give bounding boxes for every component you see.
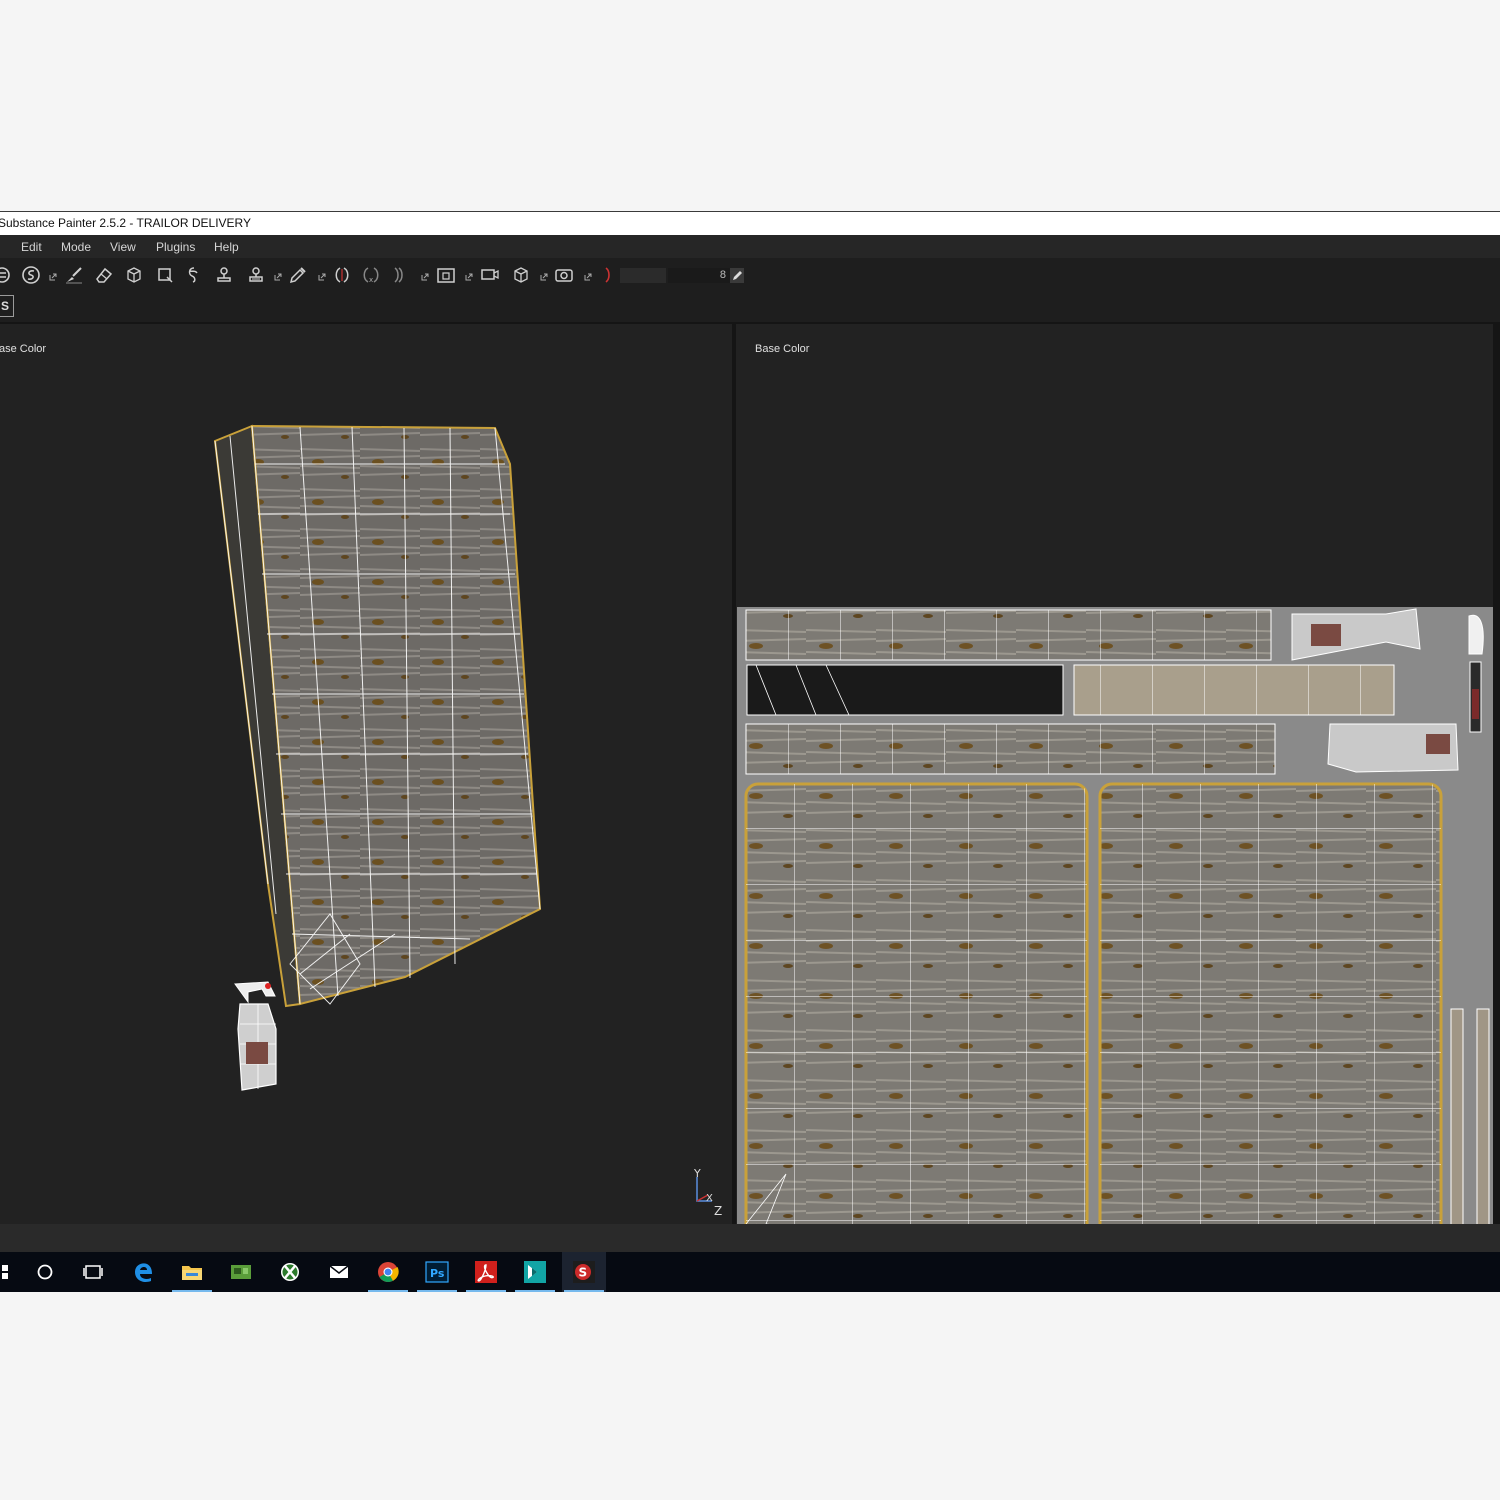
smudge-icon[interactable] — [184, 265, 204, 285]
symmetry-x-icon[interactable]: x — [361, 265, 381, 285]
popout-icon[interactable] — [274, 268, 282, 281]
popout-icon[interactable] — [421, 268, 429, 281]
polygon-fill-icon[interactable] — [155, 265, 175, 285]
mail-icon[interactable] — [317, 1252, 361, 1292]
app-window: Substance Painter 2.5.2 - TRAILOR DELIVE… — [0, 211, 1500, 1292]
clone-icon[interactable] — [214, 265, 234, 285]
edge-icon[interactable] — [122, 1252, 166, 1292]
substance-painter-icon[interactable]: S — [562, 1252, 606, 1292]
shelf-button[interactable]: S — [0, 295, 14, 317]
running-indicator — [466, 1290, 506, 1292]
menu-plugins[interactable]: Plugins — [156, 240, 195, 254]
paint-brush-icon[interactable] — [64, 265, 84, 285]
running-indicator — [515, 1290, 555, 1292]
popout-icon[interactable] — [318, 268, 326, 281]
viewport-3d[interactable]: ase Color Y X Z — [0, 324, 732, 1224]
uv-layout-icon[interactable] — [436, 265, 456, 285]
xbox-icon[interactable] — [268, 1252, 312, 1292]
menu-view[interactable]: View — [110, 240, 136, 254]
brush-size-field[interactable]: 8 — [668, 268, 730, 283]
gpu-tool-icon[interactable] — [219, 1252, 263, 1292]
running-indicator — [564, 1290, 604, 1292]
menu-mode[interactable]: Mode — [61, 240, 91, 254]
3ds-max-icon[interactable] — [513, 1252, 557, 1292]
spray-bottle-model — [234, 981, 277, 1091]
running-indicator — [368, 1290, 408, 1292]
window-title: Substance Painter 2.5.2 - TRAILOR DELIVE… — [0, 216, 252, 230]
title-bar: Substance Painter 2.5.2 - TRAILOR DELIVE… — [0, 211, 1500, 235]
uv-map — [737, 607, 1493, 1224]
acrobat-icon[interactable] — [464, 1252, 508, 1292]
svg-text:x: x — [369, 276, 373, 284]
axis-gizmo-3d: Y X Z — [693, 1169, 722, 1218]
axis-y-label: Y — [693, 1169, 701, 1180]
symmetry-icon[interactable] — [332, 265, 352, 285]
camera-view-icon[interactable] — [480, 265, 500, 285]
axis-x-label: X — [706, 1193, 713, 1204]
task-view-icon[interactable] — [71, 1252, 115, 1292]
popout-icon[interactable] — [584, 268, 592, 281]
popout-icon[interactable] — [465, 268, 473, 281]
cube-view-icon[interactable] — [511, 265, 531, 285]
menu-help[interactable]: Help — [214, 240, 239, 254]
axis-z-label: Z — [714, 1204, 722, 1218]
toolbar: x 8 — [0, 258, 1500, 292]
mattress-3d-model — [213, 424, 542, 1091]
cortana-search-icon[interactable] — [23, 1252, 67, 1292]
svg-text:S: S — [579, 1266, 588, 1280]
eraser-icon[interactable] — [94, 265, 114, 285]
file-explorer-icon[interactable] — [170, 1252, 214, 1292]
brush-size-slider[interactable] — [620, 268, 666, 283]
shelf-bar: S — [0, 292, 1500, 322]
chrome-icon[interactable] — [366, 1252, 410, 1292]
color-picker-icon[interactable] — [288, 265, 308, 285]
viewport-2d[interactable]: Base Color V U — [736, 324, 1493, 1224]
windows-taskbar: Ps S — [0, 1252, 1500, 1292]
right-panel-edge — [1493, 324, 1500, 1224]
svg-text:Ps: Ps — [430, 1267, 445, 1280]
pencil-icon[interactable] — [730, 268, 744, 283]
menu-edit[interactable]: Edit — [21, 240, 42, 254]
menu-bar: Edit Mode View Plugins Help — [0, 235, 1500, 258]
running-indicator — [417, 1290, 457, 1292]
photoshop-icon[interactable]: Ps — [415, 1252, 459, 1292]
material-picker-icon[interactable] — [246, 265, 266, 285]
substance-icon[interactable] — [21, 265, 41, 285]
popout-icon[interactable] — [49, 268, 57, 281]
layer-icon[interactable] — [0, 265, 12, 285]
status-bar — [0, 1224, 1500, 1252]
projection-icon[interactable] — [124, 265, 144, 285]
brush-size-icon[interactable] — [598, 265, 618, 285]
running-indicator — [172, 1290, 212, 1292]
windows-start-icon[interactable] — [0, 1252, 22, 1292]
popout-icon[interactable] — [540, 268, 548, 281]
screenshot-icon[interactable] — [554, 265, 574, 285]
symmetry-y-icon[interactable] — [391, 265, 411, 285]
